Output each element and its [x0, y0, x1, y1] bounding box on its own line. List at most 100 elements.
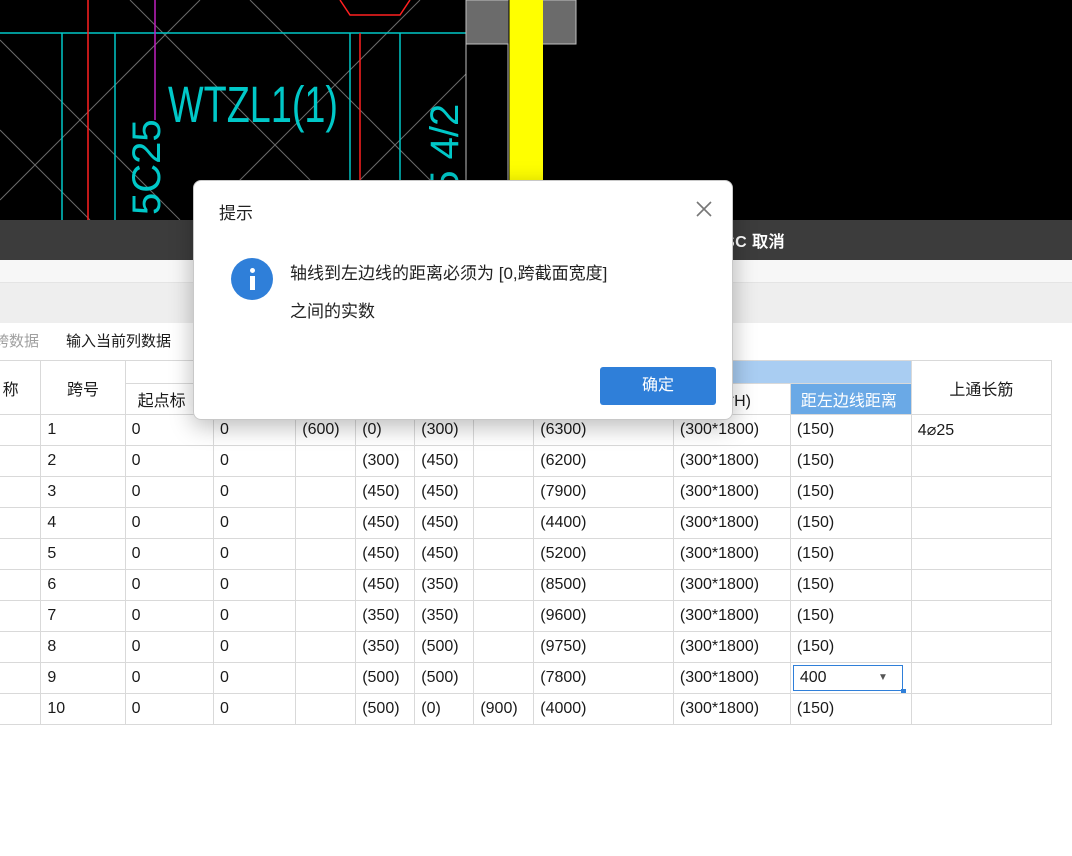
cell-c4[interactable]: (500)	[355, 693, 416, 725]
cell-dist[interactable]: (150)	[789, 693, 912, 725]
cell-c1[interactable]: 0	[124, 569, 214, 601]
cell-span[interactable]: 2	[40, 445, 126, 477]
cell-c4[interactable]: (300)	[355, 445, 416, 477]
cell-c3[interactable]	[295, 569, 357, 601]
cell-c4[interactable]: (450)	[355, 569, 416, 601]
cell-span[interactable]: 3	[40, 476, 126, 508]
cell-c3[interactable]	[295, 538, 357, 570]
cell-span[interactable]: 5	[40, 538, 126, 570]
ok-button[interactable]: 确定	[600, 367, 716, 405]
cell-rebar[interactable]: 4⌀25	[910, 414, 1053, 446]
cell-c6[interactable]	[473, 445, 535, 477]
table-row[interactable]: 5 0 0 (450) (450) (5200) (300*1800) (150)	[0, 538, 1053, 570]
cell-section[interactable]: (300*1800)	[672, 445, 791, 477]
cell-c2[interactable]: 0	[212, 600, 297, 632]
cell-name[interactable]	[0, 507, 42, 539]
cell-c5[interactable]: (500)	[414, 631, 475, 663]
cell-c3[interactable]	[295, 507, 357, 539]
cell-span[interactable]: 7	[40, 600, 126, 632]
left-edge-distance-editor[interactable]: 400 ▼	[792, 665, 906, 693]
cell-span[interactable]: 10	[40, 693, 126, 725]
cell-c4[interactable]: (450)	[355, 476, 416, 508]
cell-c5[interactable]: (450)	[414, 538, 475, 570]
cell-name[interactable]	[0, 693, 42, 725]
cell-section[interactable]: (300*1800)	[672, 662, 791, 694]
cell-c6[interactable]	[473, 662, 535, 694]
dropdown-arrow-icon[interactable]: ▼	[878, 666, 888, 690]
cell-span[interactable]: 8	[40, 631, 126, 663]
cell-rebar[interactable]	[910, 662, 1053, 694]
cell-c3[interactable]	[295, 445, 357, 477]
cell-name[interactable]	[0, 631, 42, 663]
cell-name[interactable]	[0, 445, 42, 477]
table-row[interactable]: 10 0 0 (500) (0) (900) (4000) (300*1800) (150)	[0, 693, 1053, 725]
cell-c6[interactable]: (900)	[473, 693, 535, 725]
table-row[interactable]: 6 0 0 (450) (350) (8500) (300*1800) (150)	[0, 569, 1053, 601]
cell-c1[interactable]: 0	[124, 476, 214, 508]
cell-c4[interactable]: (350)	[355, 631, 416, 663]
cell-dist[interactable]: (150)	[789, 476, 912, 508]
cell-dist[interactable]: (150)	[789, 631, 912, 663]
cell-c1[interactable]: 0	[124, 600, 214, 632]
cell-c2[interactable]: 0	[212, 569, 297, 601]
cell-rebar[interactable]	[910, 476, 1053, 508]
cell-name[interactable]	[0, 476, 42, 508]
cell-c2[interactable]: 0	[212, 507, 297, 539]
cell-c6[interactable]	[473, 600, 535, 632]
cell-c6[interactable]	[473, 476, 535, 508]
cell-c4[interactable]: (450)	[355, 507, 416, 539]
fill-handle[interactable]	[900, 689, 906, 693]
cell-c4[interactable]: (450)	[355, 538, 416, 570]
cell-name[interactable]	[0, 569, 42, 601]
cell-name[interactable]	[0, 538, 42, 570]
cell-c1[interactable]: 0	[124, 538, 214, 570]
cell-c1[interactable]: 0	[124, 631, 214, 663]
cell-dist[interactable]: (150)	[789, 538, 912, 570]
cell-rebar[interactable]	[910, 507, 1053, 539]
copy-span-data-button[interactable]: 跨数据	[0, 330, 39, 351]
cell-span[interactable]: 1	[40, 414, 126, 446]
cell-c6[interactable]	[473, 569, 535, 601]
cell-section[interactable]: (300*1800)	[672, 631, 791, 663]
cell-c3[interactable]	[295, 693, 357, 725]
cell-rebar[interactable]	[910, 445, 1053, 477]
cell-span[interactable]: 4	[40, 507, 126, 539]
cell-section[interactable]: (300*1800)	[672, 569, 791, 601]
table-row[interactable]: 7 0 0 (350) (350) (9600) (300*1800) (150)	[0, 600, 1053, 632]
cell-c5[interactable]: (350)	[414, 600, 475, 632]
cell-name[interactable]	[0, 414, 42, 446]
cell-section[interactable]: (300*1800)	[672, 693, 791, 725]
cell-c1[interactable]: 0	[124, 662, 214, 694]
cell-c6[interactable]	[473, 631, 535, 663]
col-header-left-edge-distance[interactable]: 距左边线距离	[789, 383, 912, 415]
cell-c5[interactable]: (350)	[414, 569, 475, 601]
cell-section[interactable]: (300*1800)	[672, 507, 791, 539]
cell-dist[interactable]: (150)	[789, 569, 912, 601]
cell-c2[interactable]: 0	[212, 631, 297, 663]
cell-section[interactable]: (300*1800)	[672, 600, 791, 632]
input-current-column-button[interactable]: 输入当前列数据	[66, 330, 171, 351]
cell-c7[interactable]: (9600)	[533, 600, 674, 632]
table-row[interactable]: 2 0 0 (300) (450) (6200) (300*1800) (150)	[0, 445, 1053, 477]
cell-c6[interactable]	[473, 507, 535, 539]
table-row[interactable]: 3 0 0 (450) (450) (7900) (300*1800) (150)	[0, 476, 1053, 508]
cell-section[interactable]: (300*1800)	[672, 538, 791, 570]
cell-c7[interactable]: (8500)	[533, 569, 674, 601]
cell-c7[interactable]: (4400)	[533, 507, 674, 539]
cell-c1[interactable]: 0	[124, 445, 214, 477]
cell-dist[interactable]: (150)	[789, 507, 912, 539]
cell-rebar[interactable]	[910, 600, 1053, 632]
cell-c4[interactable]: (350)	[355, 600, 416, 632]
cell-c3[interactable]	[295, 631, 357, 663]
cell-c4[interactable]: (500)	[355, 662, 416, 694]
cell-rebar[interactable]	[910, 538, 1053, 570]
cell-c2[interactable]: 0	[212, 662, 297, 694]
cell-c2[interactable]: 0	[212, 538, 297, 570]
table-row[interactable]: 9 0 0 (500) (500) (7800) (300*1800) 400 ▼	[0, 662, 1053, 694]
cell-c3[interactable]	[295, 476, 357, 508]
col-header-top-long-rebar[interactable]: 上通长筋	[910, 360, 1053, 415]
cell-c2[interactable]: 0	[212, 445, 297, 477]
cell-dist[interactable]: 400 ▼	[789, 662, 912, 694]
cell-name[interactable]	[0, 600, 42, 632]
cell-section[interactable]: (300*1800)	[672, 476, 791, 508]
